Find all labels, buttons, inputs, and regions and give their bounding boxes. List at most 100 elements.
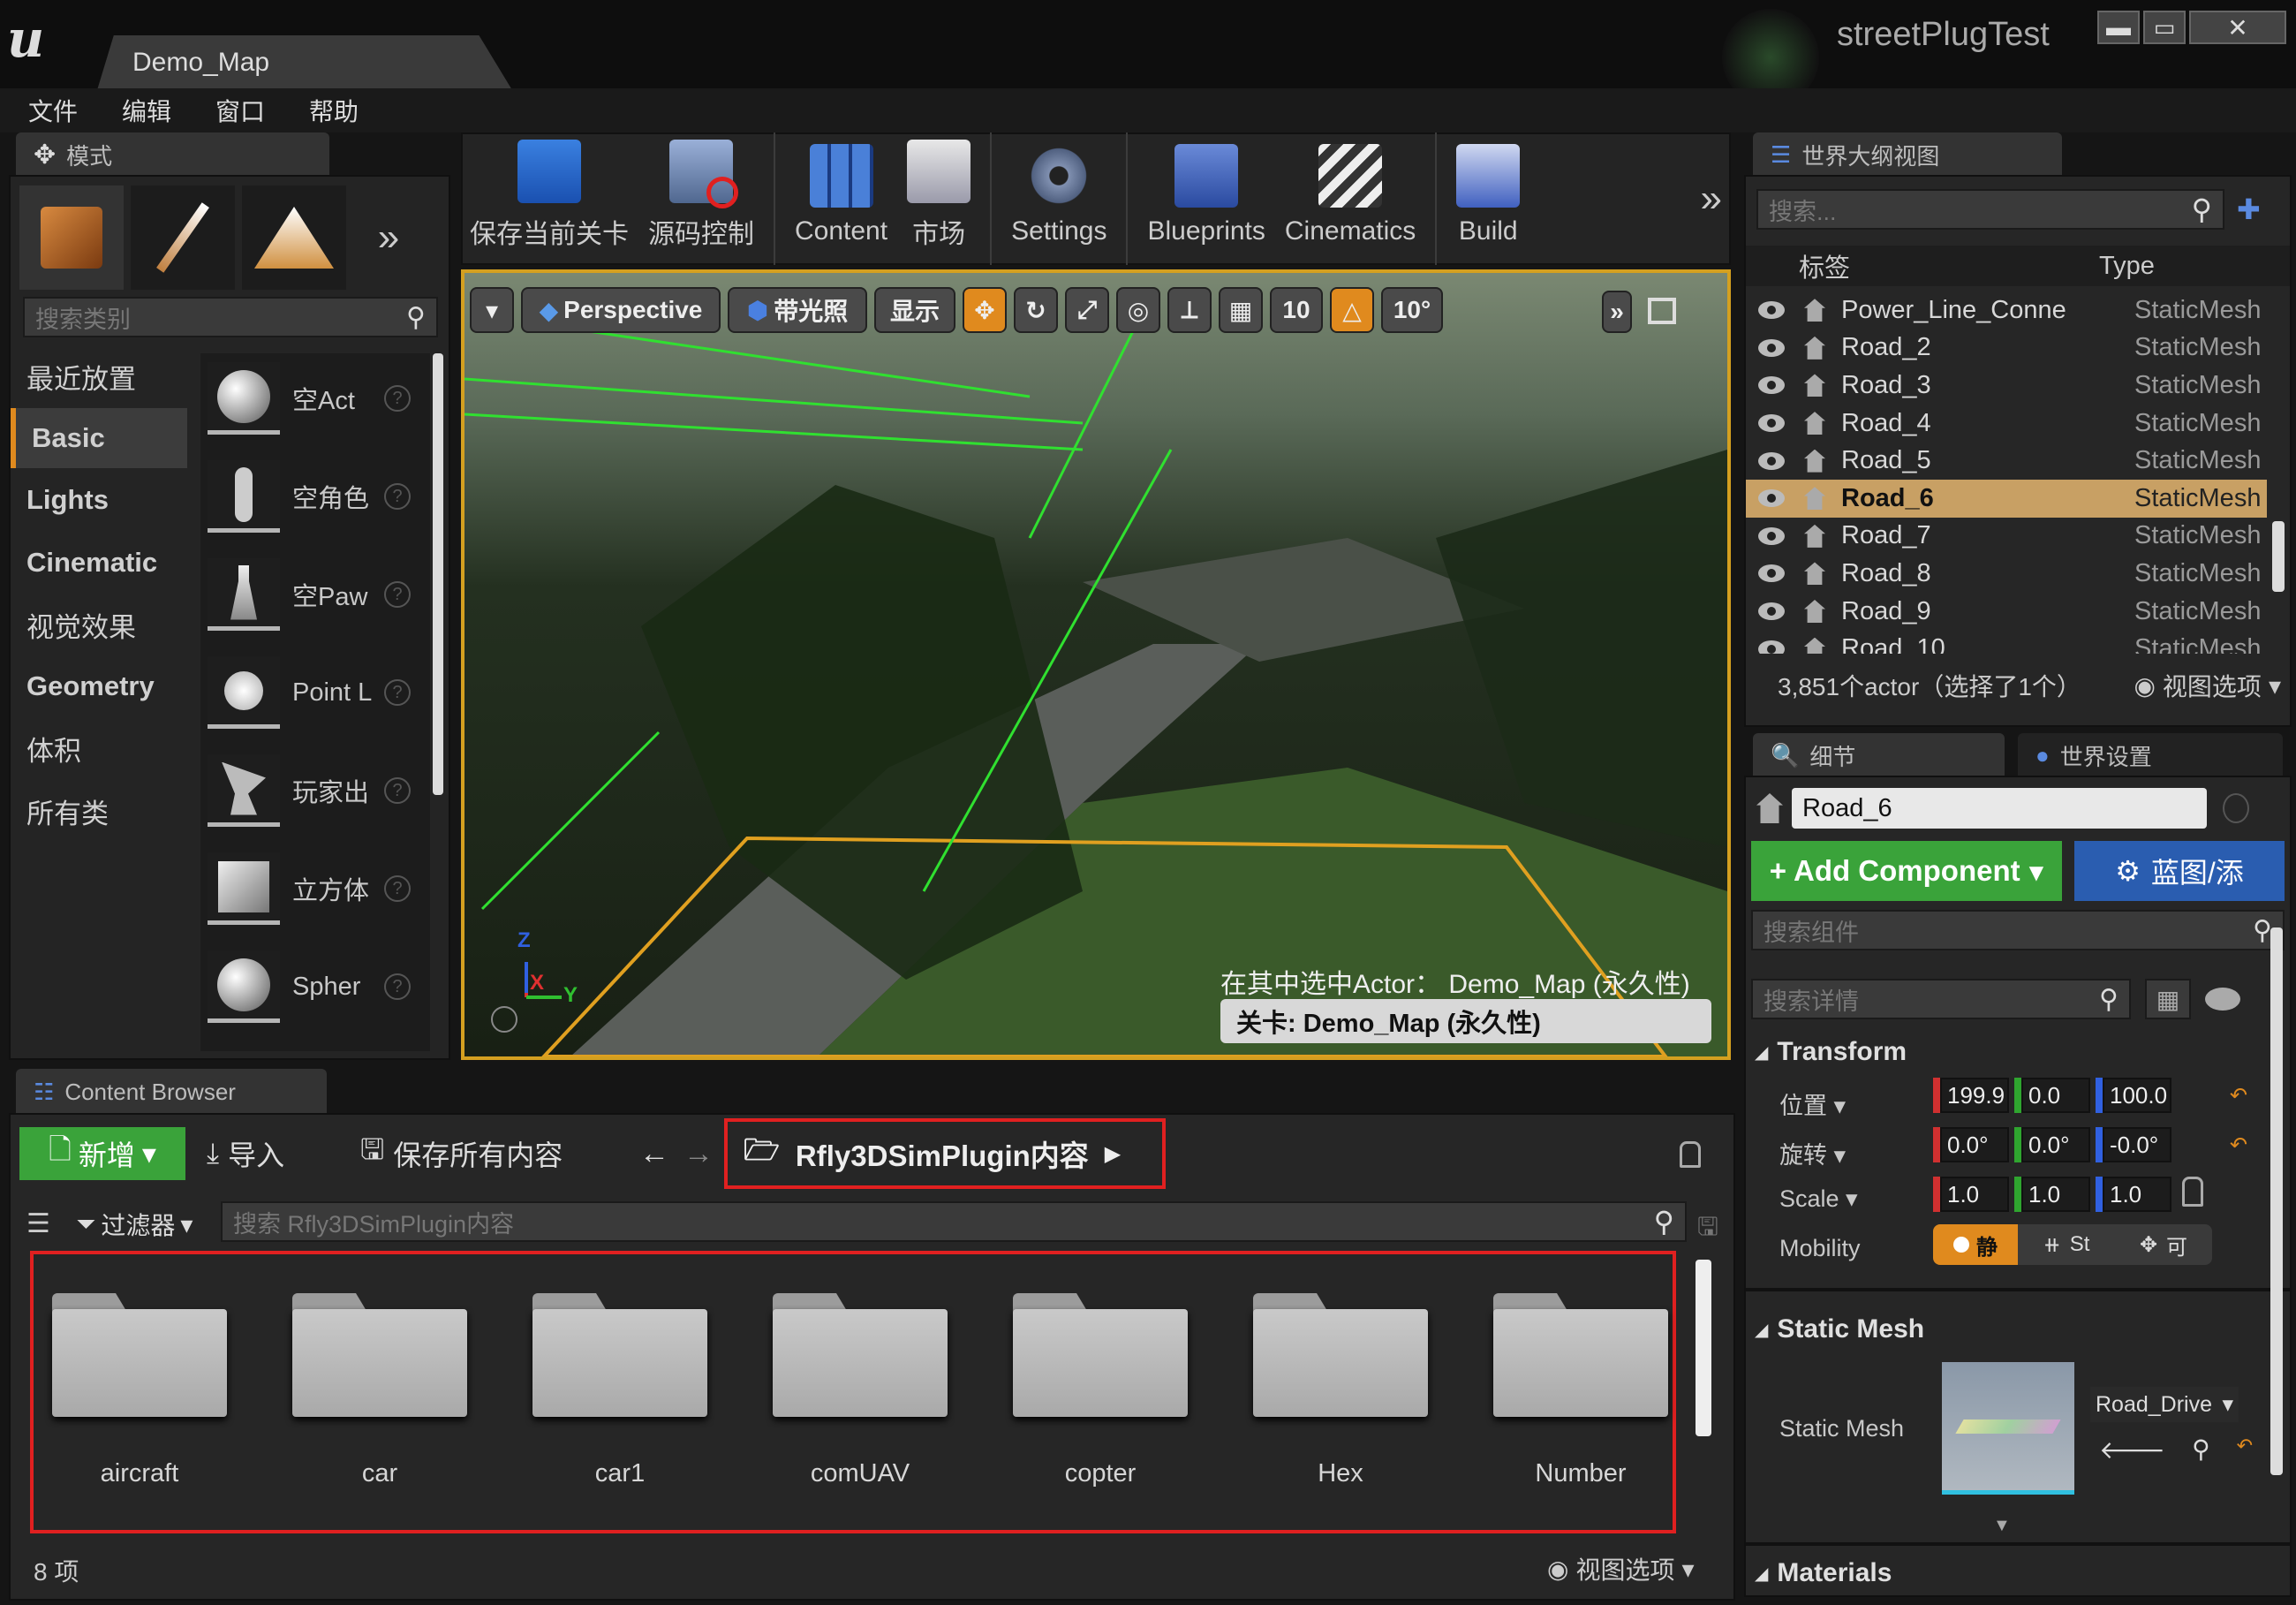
details-scrollbar[interactable] xyxy=(2270,927,2283,1475)
mobility-stationary-button[interactable]: ⧺ St xyxy=(2018,1224,2115,1265)
help-icon[interactable]: ? xyxy=(384,777,411,804)
content-view-options[interactable]: ◉ 视图选项 ▾ xyxy=(1547,1551,1695,1586)
source-control-button[interactable]: 源码控制 xyxy=(648,140,754,258)
outliner-row[interactable]: Road_8 StaticMesh xyxy=(1746,555,2267,593)
viewport-more-icon[interactable]: » xyxy=(1602,291,1632,333)
world-settings-tab[interactable]: ● 世界设置 xyxy=(2018,733,2283,777)
eye-icon[interactable] xyxy=(2205,988,2240,1011)
world-local-icon[interactable]: ◎ xyxy=(1116,287,1160,333)
scale-x[interactable]: 1.0 xyxy=(1940,1177,2009,1212)
outliner-row[interactable]: Road_3 StaticMesh xyxy=(1746,367,2267,405)
item-sphere[interactable]: Spher? xyxy=(208,950,430,1023)
visibility-eye-icon[interactable] xyxy=(1758,489,1785,508)
outliner-row[interactable]: Road_2 StaticMesh xyxy=(1746,329,2267,367)
content-path-breadcrumb[interactable]: 🗁 Rfly3DSimPlugin内容 ▶ xyxy=(724,1118,1166,1189)
visibility-eye-icon[interactable] xyxy=(1758,526,1785,545)
property-matrix-icon[interactable]: ▦ xyxy=(2145,979,2191,1019)
category-volumes[interactable]: 体积 xyxy=(11,717,187,779)
column-type-header[interactable]: Type xyxy=(2099,252,2155,281)
visibility-eye-icon[interactable] xyxy=(1758,376,1785,395)
rotation-snap-icon[interactable]: △ xyxy=(1330,287,1374,333)
rotation-z[interactable]: -0.0° xyxy=(2103,1127,2171,1162)
use-selected-icon[interactable]: 🡐 xyxy=(2099,1435,2165,1465)
visibility-eye-icon[interactable] xyxy=(1758,602,1785,621)
save-search-icon[interactable]: 🖫 xyxy=(1697,1208,1718,1251)
static-mesh-header[interactable]: ◢ Static Mesh xyxy=(1755,1314,1924,1344)
folder-item[interactable]: car1 xyxy=(532,1293,708,1530)
item-empty-actor[interactable]: 空Act? xyxy=(208,362,430,435)
details-search-input[interactable]: 搜索详情 ⚲ xyxy=(1751,979,2131,1019)
modes-tab[interactable]: ✥ 模式 xyxy=(16,132,329,177)
help-icon[interactable]: ? xyxy=(384,581,411,608)
new-button[interactable]: 🗋 新增 ▾ xyxy=(19,1127,185,1180)
map-tab[interactable]: Demo_Map xyxy=(97,35,512,90)
outliner-row[interactable]: Road_6 StaticMesh xyxy=(1746,479,2267,518)
item-player-start[interactable]: 玩家出? xyxy=(208,754,430,827)
details-tab[interactable]: 🔍 细节 xyxy=(1753,733,2005,777)
scale-z[interactable]: 1.0 xyxy=(2103,1177,2171,1212)
blueprints-button[interactable]: Blueprints xyxy=(1147,144,1265,254)
rotation-y[interactable]: 0.0° xyxy=(2021,1127,2090,1162)
location-x[interactable]: 199.9 xyxy=(1940,1078,2009,1113)
reset-rotation-icon[interactable]: ↶ xyxy=(2230,1132,2247,1158)
close-icon[interactable]: ✕ xyxy=(2189,11,2286,44)
outliner-row[interactable]: Power_Line_Conne StaticMesh xyxy=(1746,291,2267,329)
add-component-button[interactable]: + Add Component ▾ xyxy=(1751,841,2062,901)
content-button[interactable]: Content xyxy=(795,144,887,254)
folder-item[interactable]: comUAV xyxy=(772,1293,948,1530)
import-button[interactable]: ⤓ 导入 xyxy=(207,1127,284,1180)
outliner-row[interactable]: Road_7 StaticMesh xyxy=(1746,518,2267,556)
visibility-eye-icon[interactable] xyxy=(1758,564,1785,583)
settings-button[interactable]: Settings xyxy=(1011,144,1106,254)
location-z[interactable]: 100.0 xyxy=(2103,1078,2171,1113)
scale-y[interactable]: 1.0 xyxy=(2021,1177,2090,1212)
category-search-input[interactable]: 搜索类别 ⚲ xyxy=(23,297,438,337)
reset-location-icon[interactable]: ↶ xyxy=(2230,1083,2247,1109)
back-arrow-icon[interactable]: ← xyxy=(639,1137,669,1171)
browse-icon[interactable]: ⚲ xyxy=(2192,1435,2210,1465)
cinematics-button[interactable]: Cinematics xyxy=(1285,144,1416,254)
blueprint-button[interactable]: ⚙ 蓝图/添 xyxy=(2074,841,2285,901)
reset-icon[interactable]: ↶ xyxy=(2237,1435,2253,1465)
outliner-row[interactable]: Road_5 StaticMesh xyxy=(1746,442,2267,480)
minimize-icon[interactable]: ▬ xyxy=(2097,11,2140,44)
maximize-icon[interactable]: ▭ xyxy=(2143,11,2186,44)
forward-arrow-icon[interactable]: → xyxy=(684,1137,714,1171)
visibility-eye-icon[interactable] xyxy=(1758,338,1785,357)
materials-header[interactable]: ◢ Materials xyxy=(1755,1558,1892,1588)
landscape-mode-icon[interactable] xyxy=(242,185,346,290)
viewport-options-button[interactable]: ▾ xyxy=(470,287,514,333)
category-lights[interactable]: Lights xyxy=(11,468,187,532)
location-label[interactable]: 位置 ▾ xyxy=(1779,1086,1846,1121)
folder-item[interactable]: car xyxy=(291,1293,468,1530)
grid-snap-icon[interactable]: ▦ xyxy=(1219,287,1263,333)
location-y[interactable]: 0.0 xyxy=(2021,1078,2090,1113)
category-geometry[interactable]: Geometry xyxy=(11,655,187,717)
surface-snap-icon[interactable]: ⟂ xyxy=(1167,287,1212,333)
outliner-row[interactable]: Road_10 StaticMesh xyxy=(1746,630,2267,654)
help-icon[interactable] xyxy=(491,1006,517,1033)
category-basic[interactable]: Basic xyxy=(11,408,187,468)
visibility-eye-icon[interactable] xyxy=(1758,414,1785,433)
transform-header[interactable]: ◢ Transform xyxy=(1755,1037,1907,1067)
menu-edit[interactable]: 编辑 xyxy=(122,93,171,128)
paint-mode-icon[interactable] xyxy=(131,185,235,290)
rotate-tool-icon[interactable]: ↻ xyxy=(1014,287,1058,333)
mobility-static-button[interactable]: 静 xyxy=(1933,1224,2018,1265)
category-recent[interactable]: 最近放置 xyxy=(11,344,187,408)
static-mesh-picker[interactable]: Road_Drive ▾ xyxy=(2090,1387,2239,1422)
content-scrollbar[interactable] xyxy=(1696,1260,1711,1436)
column-label-header[interactable]: 标签 xyxy=(1799,247,2099,284)
item-empty-pawn[interactable]: 空Paw? xyxy=(208,558,430,631)
component-search-input[interactable]: 搜索组件 ⚲ xyxy=(1751,910,2285,950)
help-icon[interactable]: ? xyxy=(384,875,411,902)
menu-help[interactable]: 帮助 xyxy=(309,93,359,128)
expand-arrow-icon[interactable]: ▼ xyxy=(1993,1516,2011,1536)
grid-snap-value[interactable]: 10 xyxy=(1270,287,1323,333)
build-button[interactable]: Build xyxy=(1456,144,1521,254)
toolbar-more-icon[interactable]: » xyxy=(1701,177,1722,221)
help-icon[interactable]: ? xyxy=(384,483,411,510)
visibility-eye-icon[interactable] xyxy=(1758,640,1785,654)
content-search-input[interactable]: 搜索 Rfly3DSimPlugin内容 ⚲ xyxy=(221,1201,1687,1242)
modes-scrollbar[interactable] xyxy=(433,353,443,795)
